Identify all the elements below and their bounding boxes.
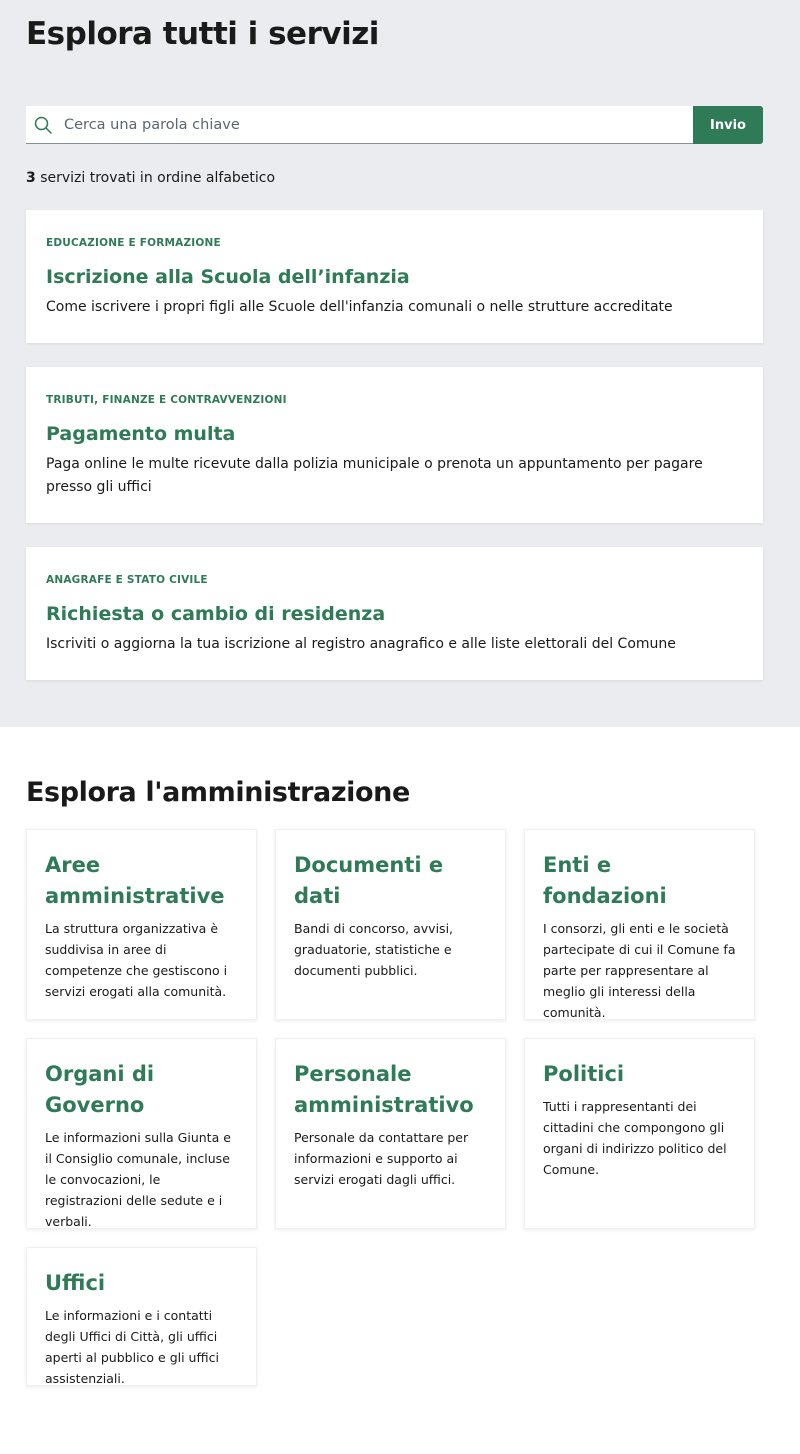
admin-card-title-link[interactable]: Politici: [543, 1059, 736, 1090]
service-category-link[interactable]: TRIBUTI, FINANZE E CONTRAVVENZIONI: [46, 393, 743, 407]
service-card[interactable]: TRIBUTI, FINANZE E CONTRAVVENZIONI Pagam…: [26, 367, 763, 523]
admin-card-description: Tutti i rappresentanti dei cittadini che…: [543, 1099, 727, 1177]
admin-card-title-link[interactable]: Organi di Governo: [45, 1059, 238, 1121]
administration-title: Esplora l'amministrazione: [26, 777, 410, 808]
admin-card-description: I consorzi, gli enti e le società partec…: [543, 921, 736, 1020]
admin-card-organi-di-governo[interactable]: Organi di Governo Le informazioni sulla …: [26, 1038, 257, 1229]
results-count-label: servizi trovati in ordine alfabetico: [35, 170, 276, 186]
admin-card-description: Le informazioni e i contatti degli Uffic…: [45, 1308, 219, 1386]
admin-card-title-link[interactable]: Documenti e dati: [294, 850, 487, 912]
service-category-link[interactable]: ANAGRAFE E STATO CIVILE: [46, 573, 743, 587]
admin-card-uffici[interactable]: Uffici Le informazioni e i contatti degl…: [26, 1247, 257, 1386]
service-description: Iscriviti o aggiorna la tua iscrizione a…: [46, 636, 676, 652]
admin-card-personale-amministrativo[interactable]: Personale amministrativo Personale da co…: [275, 1038, 506, 1229]
admin-card-aree-amministrative[interactable]: Aree amministrative La struttura organiz…: [26, 829, 257, 1020]
page-title: Esplora tutti i servizi: [26, 16, 379, 52]
search-icon: [34, 116, 52, 134]
service-title-link[interactable]: Pagamento multa: [46, 421, 743, 447]
service-card[interactable]: ANAGRAFE E STATO CIVILE Richiesta o camb…: [26, 547, 763, 680]
submit-search-button[interactable]: Invio: [693, 106, 763, 144]
administration-grid: Aree amministrative La struttura organiz…: [26, 829, 774, 1386]
admin-card-description: Personale da contattare per informazioni…: [294, 1130, 469, 1187]
search-bar: Invio: [26, 106, 763, 144]
service-category-link[interactable]: EDUCAZIONE E FORMAZIONE: [46, 236, 743, 250]
admin-card-description: Bandi di concorso, avvisi, graduatorie, …: [294, 921, 454, 978]
service-description: Paga online le multe ricevute dalla poli…: [46, 456, 703, 495]
admin-card-title-link[interactable]: Aree amministrative: [45, 850, 238, 912]
admin-card-documenti-e-dati[interactable]: Documenti e dati Bandi di concorso, avvi…: [275, 829, 506, 1020]
admin-card-politici[interactable]: Politici Tutti i rappresentanti dei citt…: [524, 1038, 755, 1229]
admin-card-title-link[interactable]: Enti e fondazioni: [543, 850, 736, 912]
results-count: 3 servizi trovati in ordine alfabetico: [26, 168, 774, 188]
search-field[interactable]: [26, 106, 693, 144]
service-title-link[interactable]: Iscrizione alla Scuola dell’infanzia: [46, 264, 743, 290]
administration-section: Esplora l'amministrazione Aree amministr…: [0, 727, 800, 1386]
admin-card-description: La struttura organizzativa è suddivisa i…: [45, 921, 228, 999]
search-input[interactable]: [26, 106, 693, 143]
admin-card-description: Le informazioni sulla Giunta e il Consig…: [45, 1130, 231, 1229]
service-title-link[interactable]: Richiesta o cambio di residenza: [46, 601, 743, 627]
admin-card-title-link[interactable]: Personale amministrativo: [294, 1059, 487, 1121]
results-count-number: 3: [26, 170, 36, 186]
service-card[interactable]: EDUCAZIONE E FORMAZIONE Iscrizione alla …: [26, 210, 763, 343]
admin-card-enti-e-fondazioni[interactable]: Enti e fondazioni I consorzi, gli enti e…: [524, 829, 755, 1020]
services-section: Esplora tutti i servizi Invio 3 servizi …: [0, 0, 800, 727]
service-description: Come iscrivere i propri figli alle Scuol…: [46, 299, 673, 315]
admin-card-title-link[interactable]: Uffici: [45, 1268, 238, 1299]
